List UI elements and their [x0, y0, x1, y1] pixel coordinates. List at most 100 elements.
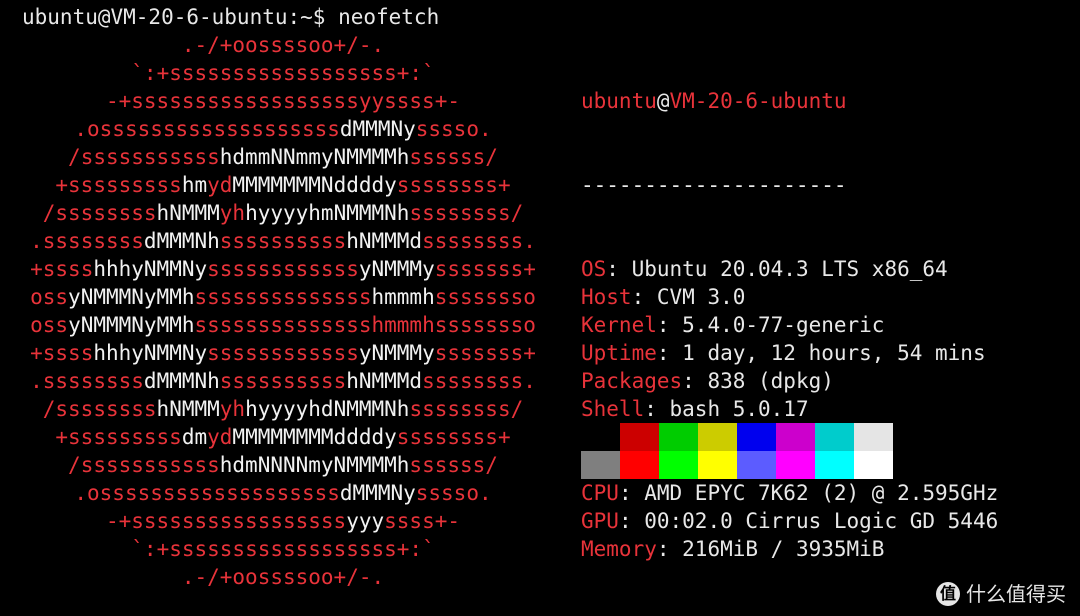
logo-segment: ssssssso [434, 285, 536, 309]
logo-segment: yd [207, 173, 233, 197]
logo-segment: ssssssssss [219, 229, 347, 253]
logo-segment: ssssssss/ [409, 201, 524, 225]
logo-segment: ssssssssss [219, 369, 347, 393]
info-row-cpu: CPU: AMD EPYC 7K62 (2) @ 2.595GHz [581, 479, 998, 507]
color-swatch [815, 451, 854, 479]
logo-segment: ssssssss+ [396, 173, 511, 197]
logo-line: +sssshhhyNMMNyssssssssssssyNMMMysssssss+ [22, 255, 544, 283]
logo-segment: `:+ssssssssssssssssss+:` [131, 61, 435, 85]
logo-segment: sssssss+ [434, 257, 536, 281]
color-swatch [620, 451, 659, 479]
logo-segment: sssso. [415, 481, 492, 505]
color-swatch [776, 423, 815, 451]
logo-segment: MMMMMMMMddddy [232, 425, 397, 449]
color-swatch [659, 451, 698, 479]
logo-line: .ssssssssdMMMNhsssssssssshNMMMdssssssss. [22, 227, 544, 255]
logo-segment: hNMMMd [346, 369, 423, 393]
info-row-os: OS: Ubuntu 20.04.3 LTS x86_64 [581, 255, 998, 283]
color-swatch [698, 423, 737, 451]
logo-segment: ssssssssssss [207, 341, 359, 365]
logo-line: `:+ssssssssssssssssss+:` [22, 535, 544, 563]
logo-segment: -+ssssssssssssssssssyyssss+- [105, 89, 460, 113]
logo-line: .osssssssssssssssssssdMMMNysssso. [22, 479, 544, 507]
logo-segment: hyyyyhmNMMMNh [245, 201, 410, 225]
logo-segment: yyy [346, 509, 385, 533]
info-value: AMD EPYC 7K62 (2) @ 2.595GHz [644, 481, 999, 505]
logo-segment: hmmmh [371, 285, 435, 309]
info-colon: : [618, 509, 645, 533]
info-rows: OS: Ubuntu 20.04.3 LTS x86_64 Host: CVM 3… [581, 255, 998, 563]
logo-segment: .-/+oossssoo+/-. [181, 565, 385, 589]
info-row-memory: Memory: 216MiB / 3935MiB [581, 535, 998, 563]
logo-segment: /sssssssssss [68, 145, 220, 169]
logo-segment: hhhyNMMNy [93, 341, 208, 365]
info-colon: : [606, 257, 632, 281]
logo-segment: ssss+- [384, 509, 460, 533]
logo-segment: .ssssssss [30, 369, 144, 393]
logo-segment: hhhyNMMNy [93, 257, 208, 281]
logo-segment: MMMMMMMNddddy [232, 173, 397, 197]
logo-segment: dMMMNh [143, 369, 220, 393]
logo-segment: ssssss/ [409, 145, 498, 169]
ubuntu-ascii-logo: .-/+oossssoo+/-. `:+ssssssssssssssssss+:`… [22, 31, 544, 591]
logo-segment: .osssssssssssssssssss [74, 117, 340, 141]
info-colon: : [656, 537, 683, 561]
info-colon: : [656, 313, 683, 337]
info-separator: --------------------- [581, 173, 847, 197]
logo-segment: yh [219, 201, 246, 225]
logo-segment: dMMMNh [143, 229, 220, 253]
color-swatch [815, 423, 854, 451]
color-swatch [581, 451, 620, 479]
logo-segment: yNMMMNyMMh [68, 285, 195, 309]
logo-line: /ssssssssssshdmNNNNmyNMMMMhssssss/ [22, 451, 544, 479]
logo-line: .-/+oossssoo+/-. [22, 563, 544, 591]
color-swatch [659, 423, 698, 451]
info-row-uptime: Uptime: 1 day, 12 hours, 54 mins [581, 339, 998, 367]
info-host: VM-20-6-ubuntu [669, 89, 847, 113]
logo-line: .-/+oossssoo+/-. [22, 31, 544, 59]
logo-segment: hyyyyhdNMMMNh [245, 397, 410, 421]
logo-line: /sssssssshNMMMyhhyyyyhdNMMMNhssssssss/ [22, 395, 544, 423]
logo-segment: /ssssssss [42, 397, 157, 421]
color-swatch [698, 451, 737, 479]
watermark: 值 什么值得买 [936, 580, 1066, 608]
logo-segment: yNMMMy [358, 257, 435, 281]
logo-line: +sssshhhyNMMNyssssssssssssyNMMMysssssss+ [22, 339, 544, 367]
logo-line: .osssssssssssssssssssdMMMNysssso. [22, 115, 544, 143]
logo-line: +sssssssssdmydMMMMMMMMddddyssssssss+ [22, 423, 544, 451]
logo-segment: hNMMMd [346, 229, 423, 253]
logo-segment: oss [30, 285, 69, 309]
logo-segment: /ssssssss [42, 201, 157, 225]
palette-row-normal [581, 423, 893, 451]
logo-line: ossyNMMMNyMMhsssssssssssssshmmmhssssssso [22, 311, 544, 339]
logo-segment: ssssssss/ [409, 397, 524, 421]
logo-segment: hm [181, 173, 208, 197]
logo-segment: sssso. [415, 117, 492, 141]
watermark-logo-icon: 值 [936, 582, 960, 606]
info-value: 1 day, 12 hours, 54 mins [682, 341, 986, 365]
logo-segment: .osssssssssssssssssss [74, 481, 340, 505]
info-key: Uptime [581, 341, 657, 365]
logo-segment: hdmmNNmmyNMMMMh [219, 145, 410, 169]
logo-line: +ssssssssshmydMMMMMMMNddddyssssssss+ [22, 171, 544, 199]
info-key: GPU [581, 509, 619, 533]
logo-line: .ssssssssdMMMNhsssssssssshNMMMdssssssss. [22, 367, 544, 395]
info-colon: : [631, 285, 657, 309]
logo-segment: ssssssssssssss [194, 285, 372, 309]
logo-line: ossyNMMMNyMMhsssssssssssssshmmmhssssssso [22, 283, 544, 311]
info-at: @ [656, 89, 670, 113]
info-key: OS [581, 257, 607, 281]
logo-segment: sssssss+ [434, 341, 536, 365]
color-swatch [737, 423, 776, 451]
info-row-host: Host: CVM 3.0 [581, 283, 998, 311]
info-key: Host [581, 285, 632, 309]
info-colon: : [618, 481, 645, 505]
info-value: bash 5.0.17 [669, 397, 809, 421]
logo-segment: hNMMM [156, 201, 220, 225]
info-key: Packages [581, 369, 683, 393]
info-value: CVM 3.0 [656, 285, 746, 309]
color-swatch [854, 451, 893, 479]
logo-segment: yNMMMy [358, 341, 435, 365]
info-colon: : [656, 341, 683, 365]
logo-segment: +ssss [30, 257, 94, 281]
